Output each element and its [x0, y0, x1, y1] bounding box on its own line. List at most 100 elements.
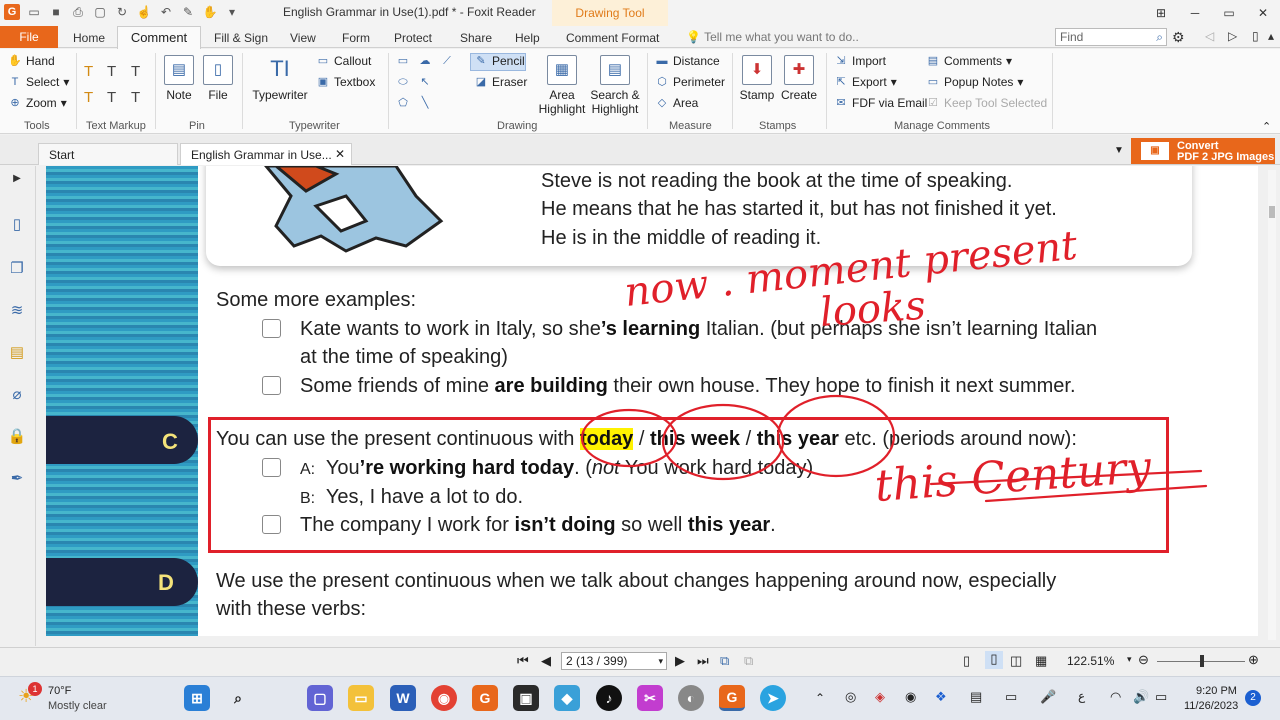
app-icon[interactable]: ◐	[678, 685, 704, 711]
replace-text-button[interactable]: T	[107, 89, 116, 106]
distance-button[interactable]: ▬ Distance	[655, 54, 720, 68]
typewriter-button[interactable]: TI Typewriter	[251, 55, 309, 102]
layout-icon[interactable]: ⊞	[1144, 0, 1178, 26]
tab-share[interactable]: Share	[460, 31, 492, 45]
next-view-icon[interactable]: ⧉	[744, 653, 753, 669]
close-tab-icon[interactable]: ✕	[335, 147, 345, 161]
area-button[interactable]: ◇ Area	[655, 96, 699, 110]
textbox-button[interactable]: ▣ Textbox	[316, 75, 376, 89]
tab-help[interactable]: Help	[515, 31, 540, 45]
microphone-icon[interactable]: 🎤	[1040, 689, 1056, 705]
import-button[interactable]: ⇲ Import	[834, 54, 886, 68]
file-explorer-icon[interactable]: ▭	[348, 685, 374, 711]
tab-fill-sign[interactable]: Fill & Sign	[214, 31, 268, 45]
popup-notes-dropdown[interactable]: ▭ Popup Notes ▾	[926, 75, 1024, 89]
minimize-button[interactable]: ─	[1178, 0, 1212, 26]
underline-text-button[interactable]: T	[107, 63, 116, 80]
drawing-tool-context-tab[interactable]: Drawing Tool	[552, 0, 668, 26]
tab-home[interactable]: Home	[73, 31, 105, 45]
teams-icon[interactable]: ▢	[307, 685, 333, 711]
clock-time[interactable]: 9:20 PM	[1196, 685, 1237, 697]
undo-icon[interactable]: ↶	[158, 4, 174, 20]
volume-icon[interactable]: 🔊	[1133, 689, 1149, 705]
file-attach-button[interactable]: ▯ File	[202, 55, 234, 102]
polygon-tool[interactable]: ⬠	[396, 96, 410, 110]
comments-panel-icon[interactable]: ▤	[6, 342, 28, 364]
weather-desc[interactable]: Mostly clear	[48, 700, 107, 712]
continuous-page-icon[interactable]: ▯	[985, 651, 1003, 669]
save-icon[interactable]: ■	[48, 4, 64, 20]
tiktok-icon[interactable]: ♪	[596, 685, 622, 711]
search-icon[interactable]: ⌕	[1156, 29, 1163, 45]
page-number-input[interactable]: 2 (13 / 399) ▾	[561, 652, 667, 670]
example-checkbox[interactable]	[262, 515, 281, 534]
stamp-button[interactable]: ⬇ Stamp	[738, 55, 776, 102]
pages-icon[interactable]: ▯	[6, 214, 28, 236]
example-checkbox[interactable]	[262, 319, 281, 338]
tray-icon[interactable]: ◎	[845, 689, 856, 705]
scroll-thumb[interactable]	[1269, 206, 1275, 218]
tab-view[interactable]: View	[290, 31, 316, 45]
facing-page-icon[interactable]: ◫	[1010, 653, 1022, 669]
grab-icon[interactable]: ✋	[202, 4, 218, 20]
keep-tool-selected-checkbox[interactable]: ☑ Keep Tool Selected	[926, 96, 1047, 110]
search-highlight-button[interactable]: ▤ Search & Highlight	[588, 55, 642, 116]
tray-icon[interactable]: ◈	[875, 689, 885, 705]
arrow-tool[interactable]: ↖	[418, 75, 432, 89]
rectangle-tool[interactable]: ▭	[396, 54, 410, 68]
next-result-icon[interactable]: ▷	[1228, 29, 1237, 43]
convert-banner[interactable]: ▣ Convert PDF 2 JPG Images	[1131, 138, 1275, 164]
area-highlight-button[interactable]: ▦ Area Highlight	[536, 55, 588, 116]
single-page-icon[interactable]: ▯	[963, 653, 970, 669]
open-icon[interactable]: ▭	[26, 4, 42, 20]
prev-result-icon[interactable]: ◁	[1205, 29, 1214, 43]
dropbox-icon[interactable]: ❖	[935, 689, 947, 705]
layers-copy-icon[interactable]: ❐	[6, 258, 28, 280]
last-page-icon[interactable]: ⏭	[697, 653, 709, 669]
snipping-icon[interactable]: ✂	[637, 685, 663, 711]
expand-icon[interactable]: ▴	[1268, 29, 1274, 43]
note-button[interactable]: ▤ Note	[163, 55, 195, 102]
tab-comment-format[interactable]: Comment Format	[566, 31, 659, 45]
windows-start-icon[interactable]: ⊞	[184, 685, 210, 711]
search-icon[interactable]: ⌕	[225, 685, 251, 711]
temperature[interactable]: 70°F	[48, 685, 71, 697]
tray-chevron-icon[interactable]: ⌃	[815, 691, 825, 705]
notification-badge[interactable]: 2	[1245, 690, 1261, 706]
zoom-in-icon[interactable]: ⊕	[1248, 652, 1259, 668]
tab-current-document[interactable]: English Grammar in Use... ✕	[180, 143, 352, 165]
close-button[interactable]: ✕	[1246, 0, 1280, 26]
line-tool[interactable]: ╲	[418, 96, 432, 110]
clock-date[interactable]: 11/26/2023	[1184, 700, 1238, 712]
new-icon[interactable]: ▢	[92, 4, 108, 20]
continuous-facing-icon[interactable]: ▦	[1035, 653, 1047, 669]
settings-gear-icon[interactable]: ⚙	[1172, 29, 1185, 46]
print-icon[interactable]: ⎙	[70, 4, 86, 20]
strikeout-text-button[interactable]: T	[84, 89, 93, 106]
attachments-icon[interactable]: ⌀	[6, 384, 28, 406]
previous-view-icon[interactable]: ⧉	[720, 653, 729, 669]
oval-tool[interactable]: ⬭	[396, 75, 410, 89]
pencil-icon[interactable]: ✎	[180, 4, 196, 20]
tab-protect[interactable]: Protect	[394, 31, 432, 45]
media-icon[interactable]: ▣	[513, 685, 539, 711]
zoom-out-icon[interactable]: ⊖	[1138, 652, 1149, 668]
hand-tool-icon[interactable]: ☝	[136, 4, 152, 20]
telegram-icon[interactable]: ➤	[760, 685, 786, 711]
battery-icon[interactable]: ▭	[1155, 689, 1167, 705]
tab-file[interactable]: File	[0, 26, 58, 48]
redo-disabled-icon[interactable]: ↻	[114, 4, 130, 20]
example-checkbox[interactable]	[262, 376, 281, 395]
squiggly-text-button[interactable]: T	[131, 63, 140, 80]
comments-dropdown[interactable]: ▤ Comments ▾	[926, 54, 1012, 68]
zoom-level[interactable]: 122.51%	[1067, 654, 1114, 668]
insert-text-button[interactable]: T	[131, 89, 140, 106]
polyline-tool[interactable]: ⟋	[440, 54, 454, 68]
restore-button[interactable]: ▭	[1212, 0, 1246, 26]
signature-icon[interactable]: ✒	[6, 468, 28, 490]
tab-list-dropdown-icon[interactable]: ▼	[1114, 145, 1124, 156]
hand-tool-button[interactable]: ✋ Hand	[8, 54, 55, 68]
tab-form[interactable]: Form	[342, 31, 370, 45]
perimeter-button[interactable]: ⬡ Perimeter	[655, 75, 725, 89]
select-tool-button[interactable]: T Select ▾	[8, 75, 70, 89]
